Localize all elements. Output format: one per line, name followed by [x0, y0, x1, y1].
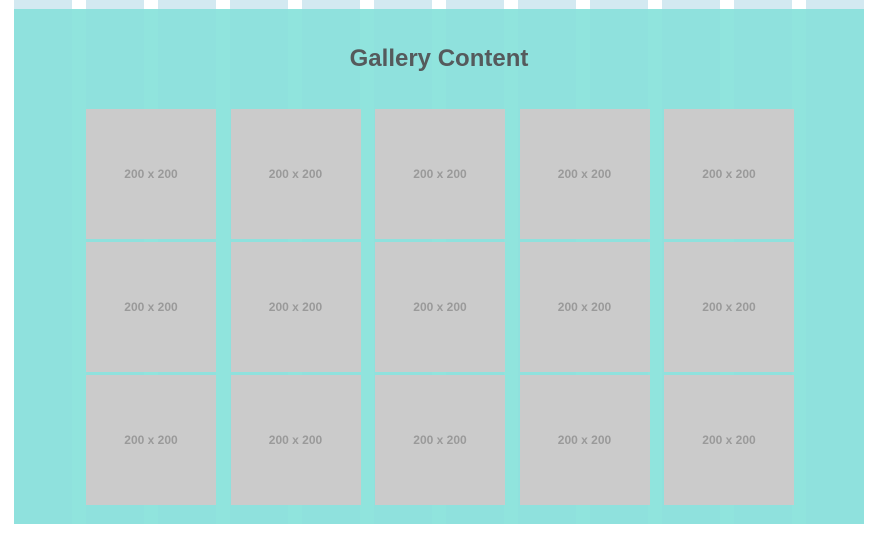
gallery-panel: Gallery Content 200 x 200 200 x 200 200 … [14, 9, 864, 524]
gallery-thumbnail[interactable]: 200 x 200 [230, 109, 361, 239]
thumbnail-label: 200 x 200 [124, 433, 178, 447]
thumbnail-label: 200 x 200 [124, 300, 178, 314]
gallery-thumbnail[interactable]: 200 x 200 [519, 375, 650, 505]
gallery-thumbnail[interactable]: 200 x 200 [86, 375, 216, 505]
thumbnail-label: 200 x 200 [268, 433, 323, 447]
gallery-thumbnail[interactable]: 200 x 200 [664, 109, 794, 239]
thumbnail-label: 200 x 200 [702, 433, 756, 447]
gallery-thumbnail[interactable]: 200 x 200 [230, 375, 361, 505]
gallery-grid: 200 x 200 200 x 200 200 x 200 200 x 200 … [86, 109, 794, 505]
thumbnail-label: 200 x 200 [702, 167, 756, 181]
thumbnail-label: 200 x 200 [557, 167, 612, 181]
gallery-thumbnail[interactable]: 200 x 200 [664, 375, 794, 505]
thumbnail-label: 200 x 200 [413, 167, 467, 181]
thumbnail-label: 200 x 200 [268, 167, 323, 181]
thumbnail-label: 200 x 200 [557, 433, 612, 447]
gallery-thumbnail[interactable]: 200 x 200 [375, 375, 505, 505]
thumbnail-label: 200 x 200 [557, 300, 612, 314]
thumbnail-label: 200 x 200 [413, 433, 467, 447]
thumbnail-label: 200 x 200 [124, 167, 178, 181]
gallery-thumbnail[interactable]: 200 x 200 [375, 109, 505, 239]
thumbnail-label: 200 x 200 [268, 300, 323, 314]
gallery-thumbnail[interactable]: 200 x 200 [519, 109, 650, 239]
thumbnail-label: 200 x 200 [702, 300, 756, 314]
page: Gallery Content 200 x 200 200 x 200 200 … [0, 0, 878, 535]
gallery-thumbnail[interactable]: 200 x 200 [375, 242, 505, 372]
thumbnail-label: 200 x 200 [413, 300, 467, 314]
gallery-thumbnail[interactable]: 200 x 200 [664, 242, 794, 372]
gallery-thumbnail[interactable]: 200 x 200 [519, 242, 650, 372]
gallery-title: Gallery Content [349, 45, 529, 72]
gallery-thumbnail[interactable]: 200 x 200 [86, 109, 216, 239]
gallery-thumbnail[interactable]: 200 x 200 [86, 242, 216, 372]
gallery-thumbnail[interactable]: 200 x 200 [230, 242, 361, 372]
